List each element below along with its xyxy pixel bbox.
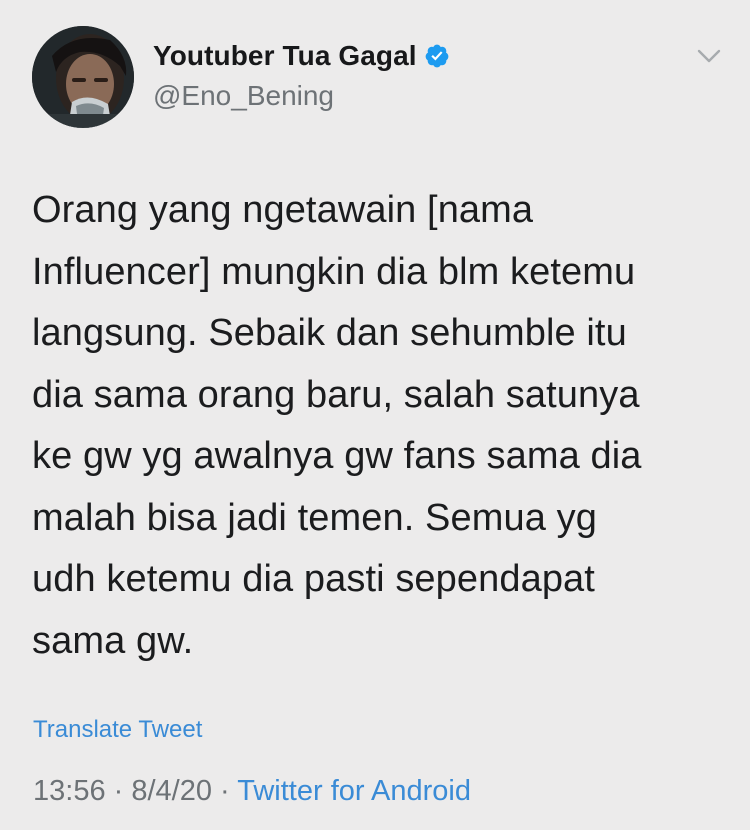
author-name-row[interactable]: Youtuber Tua Gagal <box>153 40 450 72</box>
tweet-card: Youtuber Tua Gagal @Eno_Bening Orang yan… <box>0 0 750 830</box>
tweet-text-line: sama gw. <box>32 619 194 662</box>
tweet-text-line: dia sama orang baru, salah satunya <box>32 373 640 416</box>
chevron-down-icon[interactable] <box>694 44 724 68</box>
tweet-time: 13:56 <box>33 775 106 807</box>
tweet-text-line: langsung. Sebaik dan sehumble itu <box>32 312 627 354</box>
tweet-text-line: ke gw yg awalnya gw fans sama dia <box>32 435 642 477</box>
author-handle[interactable]: @Eno_Bening <box>153 80 334 112</box>
tweet-text-line: Orang yang ngetawain [nama <box>32 189 534 231</box>
display-name[interactable]: Youtuber Tua Gagal <box>153 40 417 72</box>
tweet-meta: 13:56 · 8/4/20 · Twitter for Android <box>33 775 471 808</box>
translate-tweet-link[interactable]: Translate Tweet <box>33 716 202 744</box>
tweet-text-line: Influencer] mungkin dia blm ketemu <box>32 250 636 293</box>
tweet-text: Orang yang ngetawain [nama Influencer] m… <box>32 180 732 672</box>
tweet-text-line: udh ketemu dia pasti sependapat <box>32 558 595 600</box>
profile-photo <box>32 26 134 128</box>
tweet-source-link[interactable]: Twitter for Android <box>237 775 471 807</box>
tweet-text-line: malah bisa jadi temen. Semua yg <box>32 496 597 539</box>
verified-badge-icon <box>424 43 450 69</box>
tweet-date: 8/4/20 <box>131 775 212 807</box>
avatar[interactable] <box>32 26 134 128</box>
meta-separator: · <box>105 775 132 807</box>
meta-separator: · <box>212 775 238 807</box>
